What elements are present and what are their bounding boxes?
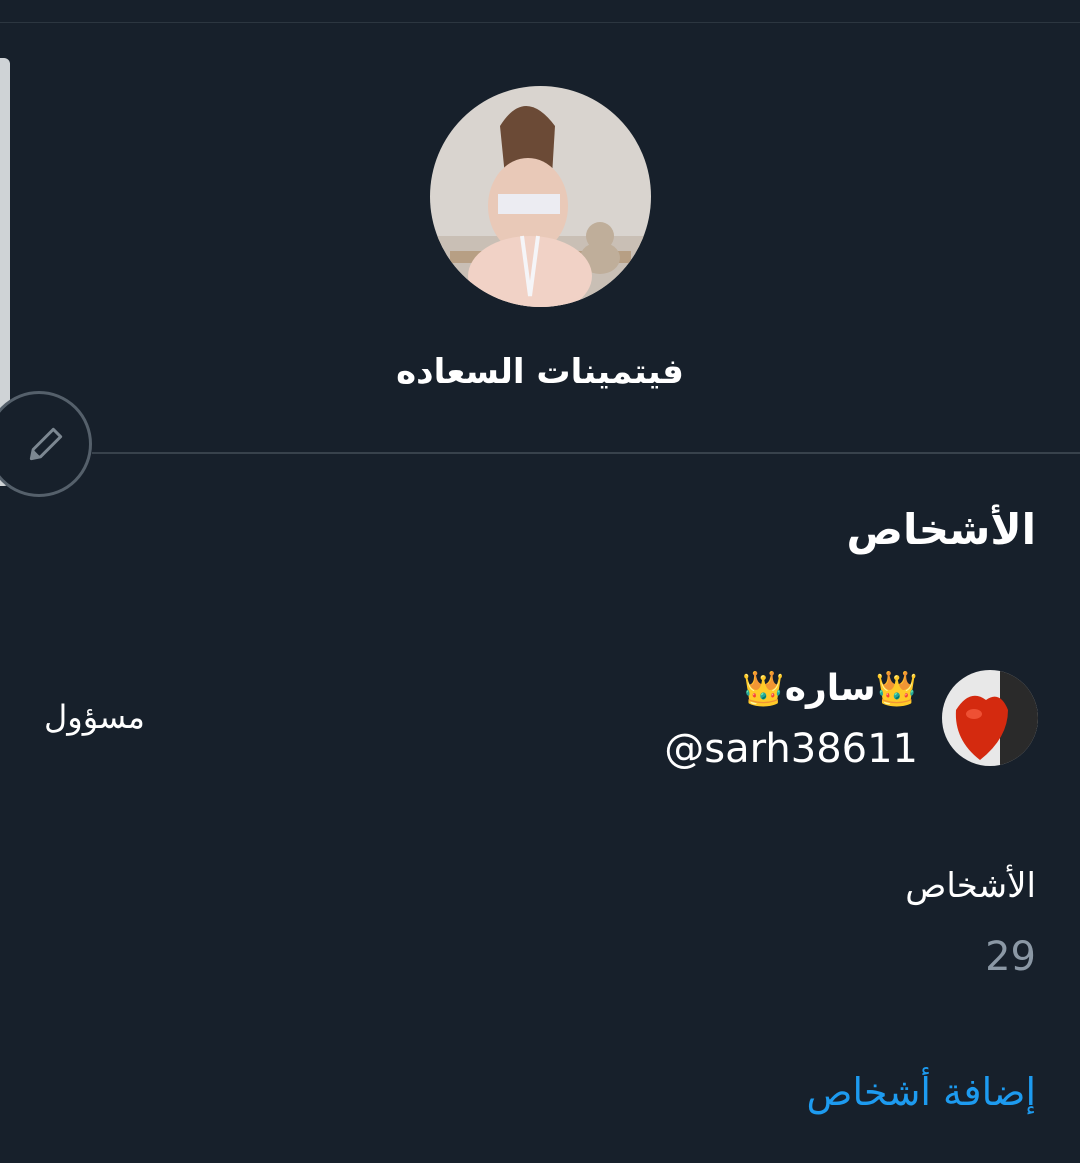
- group-name: فيتمينات السعاده: [396, 352, 684, 392]
- member-handle: @sarh38611: [664, 726, 918, 772]
- section-divider: [92, 452, 1080, 454]
- people-count-label: الأشخاص: [905, 866, 1036, 906]
- crown-emoji: 👑: [875, 669, 918, 709]
- edit-button[interactable]: [0, 391, 92, 497]
- crown-emoji: 👑: [742, 669, 785, 709]
- people-count-value: 29: [985, 934, 1036, 980]
- pencil-icon: [29, 427, 63, 461]
- member-name-text: ساره: [784, 668, 876, 709]
- top-divider: [0, 22, 1080, 23]
- member-avatar[interactable]: [942, 670, 1038, 766]
- member-name: 👑ساره👑: [742, 668, 918, 709]
- group-avatar[interactable]: [430, 86, 651, 307]
- member-row[interactable]: 👑ساره👑 @sarh38611 مسؤول: [0, 660, 1080, 780]
- people-section-title: الأشخاص: [846, 505, 1036, 554]
- add-people-link[interactable]: إضافة أشخاص: [807, 1070, 1036, 1114]
- member-role-badge: مسؤول: [44, 698, 145, 736]
